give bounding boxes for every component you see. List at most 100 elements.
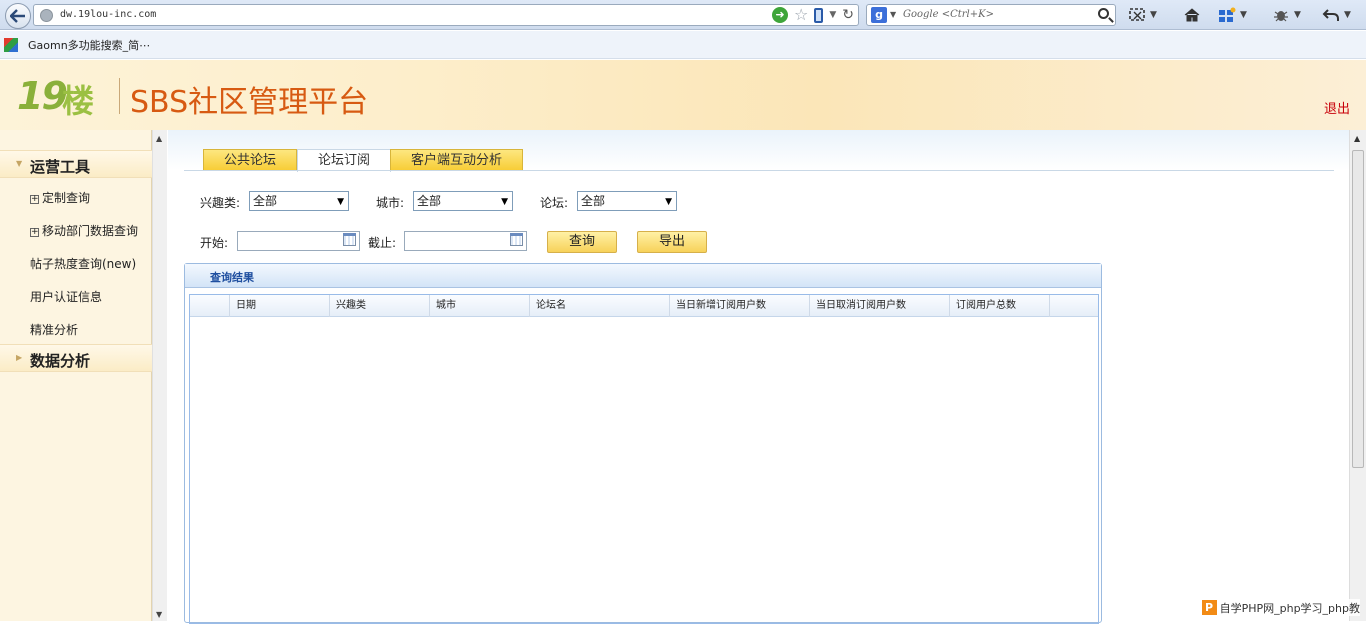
logo-divider [119,78,120,114]
scroll-up-arrow-icon[interactable]: ▲ [156,134,162,143]
apps-dropdown-icon[interactable]: ▼ [1240,10,1247,20]
interest-select[interactable]: 全部 ▼ [249,191,349,211]
undo-tool[interactable]: ▼ [1322,6,1351,24]
sidebar-item-mobile-query[interactable]: +移动部门数据查询 [30,222,138,239]
results-panel-header: 查询结果 [185,264,1101,288]
apps-grid-icon [1218,7,1236,23]
go-arrow-icon[interactable]: ➜ [772,7,788,23]
city-select-value: 全部 [417,194,441,208]
sidebar-item-post-heat[interactable]: 帖子热度查询(new) [30,255,136,272]
query-button[interactable]: 查询 [547,231,617,253]
forum-select[interactable]: 全部 ▼ [577,191,677,211]
sidebar-item-user-auth[interactable]: 用户认证信息 [30,288,102,305]
row-number-column-header [190,295,230,317]
tab-forum-subscription[interactable]: 论坛订阅 [297,149,391,172]
reload-icon[interactable]: ↻ [842,7,854,23]
column-header-interest[interactable]: 兴趣类 [330,295,430,317]
collapse-caret-icon: ▼ [16,159,22,168]
sidebar-scrollbar[interactable]: ▲ ▼ [152,130,167,621]
sidebar: ▼ 运营工具 +定制查询 +移动部门数据查询 帖子热度查询(new) 用户认证信… [0,130,152,621]
watermark-logo: P [1202,600,1217,615]
column-header-forum-name[interactable]: 论坛名 [530,295,670,317]
sidebar-group-label: 运营工具 [30,156,90,177]
scroll-up-arrow-icon[interactable]: ▲ [1354,134,1360,143]
city-select[interactable]: 全部 ▼ [413,191,513,211]
url-bar[interactable]: dw.19lou-inc.com ➜ ☆ ▼ ↻ [33,4,859,26]
site-title: SBS社区管理平台 [130,77,368,121]
column-header-total-subscribers[interactable]: 订阅用户总数 [950,295,1050,317]
column-header-cancelled-subscribers[interactable]: 当日取消订阅用户数 [810,295,950,317]
results-title: 查询结果 [210,269,254,285]
back-arrow-icon [10,9,26,23]
undo-dropdown-icon[interactable]: ▼ [1344,10,1351,20]
scroll-down-arrow-icon[interactable]: ▼ [156,610,162,619]
search-engine-icon[interactable]: g [871,7,887,23]
calendar-icon[interactable] [343,235,356,246]
results-table-header: 日期 兴趣类 城市 论坛名 当日新增订阅用户数 当日取消订阅用户数 订阅用户总数 [190,295,1098,317]
search-bar[interactable]: g ▼ Google <Ctrl+K> [866,4,1116,26]
expand-plus-icon[interactable]: + [30,195,39,204]
bookmark-star-icon[interactable]: ☆ [794,7,808,23]
scrollbar-thumb[interactable] [1352,150,1364,468]
column-header-new-subscribers[interactable]: 当日新增订阅用户数 [670,295,810,317]
logo-number: 19 [17,74,66,118]
sidebar-group-data-analysis[interactable]: ▶ 数据分析 [0,344,152,372]
calendar-icon[interactable] [510,235,523,246]
results-panel: 查询结果 日期 兴趣类 城市 论坛名 当日新增订阅用户数 当日取消订阅用户数 订… [184,263,1102,623]
watermark-text: 自学PHP网_php学习_php教 [1220,600,1360,616]
select-arrow-icon: ▼ [337,193,344,211]
forum-label: 论坛: [540,194,568,211]
export-button[interactable]: 导出 [637,231,707,253]
column-header-date[interactable]: 日期 [230,295,330,317]
addon-tool[interactable]: ▼ [1272,6,1301,24]
bookmark-favicon-icon [4,38,18,52]
page-header: 19 楼 SBS社区管理平台 退出 [0,60,1366,130]
bookmark-link[interactable]: Gaomn多功能搜索_简⋯ [28,37,150,53]
sidebar-item-label: 用户认证信息 [30,290,102,304]
sidebar-item-label: 帖子热度查询(new) [30,257,136,271]
apps-tool[interactable]: ▼ [1218,6,1247,24]
sidebar-item-label: 精准分析 [30,323,78,337]
interest-select-value: 全部 [253,194,277,208]
tab-public-forum[interactable]: 公共论坛 [203,149,297,171]
forum-select-value: 全部 [581,194,605,208]
site-identity-icon[interactable] [40,9,53,22]
interest-label: 兴趣类: [200,194,240,211]
screenshot-dropdown-icon[interactable]: ▼ [1150,10,1157,20]
start-date-label: 开始: [200,234,228,251]
results-table: 日期 兴趣类 城市 论坛名 当日新增订阅用户数 当日取消订阅用户数 订阅用户总数 [189,294,1099,624]
undo-icon [1322,7,1340,23]
url-history-dropdown-icon[interactable]: ▼ [829,10,836,20]
search-placeholder[interactable]: Google <Ctrl+K> [903,9,994,20]
main-content: 公共论坛 论坛订阅 客户端互动分析 兴趣类: 全部 ▼ 城市: 全部 ▼ 论坛:… [168,130,1349,621]
back-button[interactable] [5,3,31,29]
sidebar-item-precise-analysis[interactable]: 精准分析 [30,321,78,338]
sidebar-group-ops-tools[interactable]: ▼ 运营工具 [0,150,152,178]
search-engine-dropdown-icon[interactable]: ▼ [890,10,896,19]
search-icon[interactable] [1098,8,1109,19]
bug-addon-icon [1272,7,1290,23]
addon-dropdown-icon[interactable]: ▼ [1294,10,1301,20]
sidebar-item-label: 定制查询 [42,191,90,205]
home-tool[interactable] [1183,6,1201,24]
start-date-input[interactable] [237,231,360,251]
expand-plus-icon[interactable]: + [30,228,39,237]
sidebar-item-label: 移动部门数据查询 [42,224,138,238]
tabs-divider [184,170,1334,171]
logout-link[interactable]: 退出 [1324,98,1350,117]
select-arrow-icon: ▼ [665,193,672,211]
sidebar-item-custom-query[interactable]: +定制查询 [30,189,90,206]
url-text[interactable]: dw.19lou-inc.com [60,9,156,20]
browser-navbar: dw.19lou-inc.com ➜ ☆ ▼ ↻ g ▼ Google <Ctr… [0,0,1366,30]
end-date-label: 截止: [368,234,396,251]
screenshot-tool[interactable]: ▼ [1128,6,1157,24]
end-date-input[interactable] [404,231,527,251]
sidebar-group-label: 数据分析 [30,350,90,371]
page-scrollbar[interactable]: ▲ [1349,130,1366,621]
select-arrow-icon: ▼ [501,193,508,211]
tab-client-interaction[interactable]: 客户端互动分析 [390,149,523,171]
city-label: 城市: [376,194,404,211]
site-watermark: P 自学PHP网_php学习_php教 [1200,599,1360,616]
column-header-city[interactable]: 城市 [430,295,530,317]
send-to-phone-icon[interactable] [814,8,823,23]
